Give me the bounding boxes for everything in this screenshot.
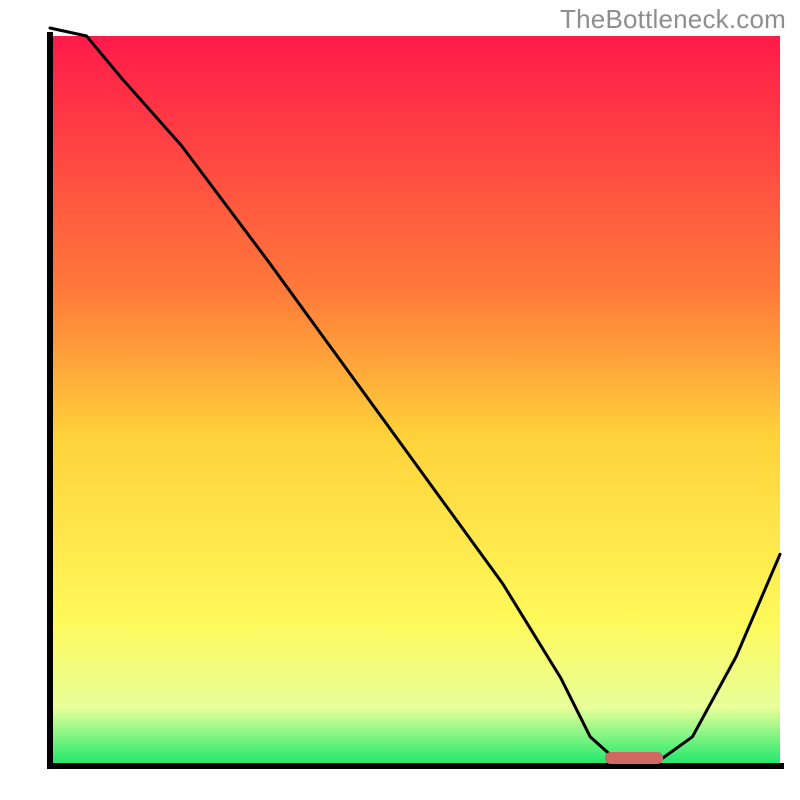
bottleneck-chart	[0, 0, 800, 800]
chart-container: TheBottleneck.com	[0, 0, 800, 800]
optimal-range-marker	[605, 752, 663, 764]
